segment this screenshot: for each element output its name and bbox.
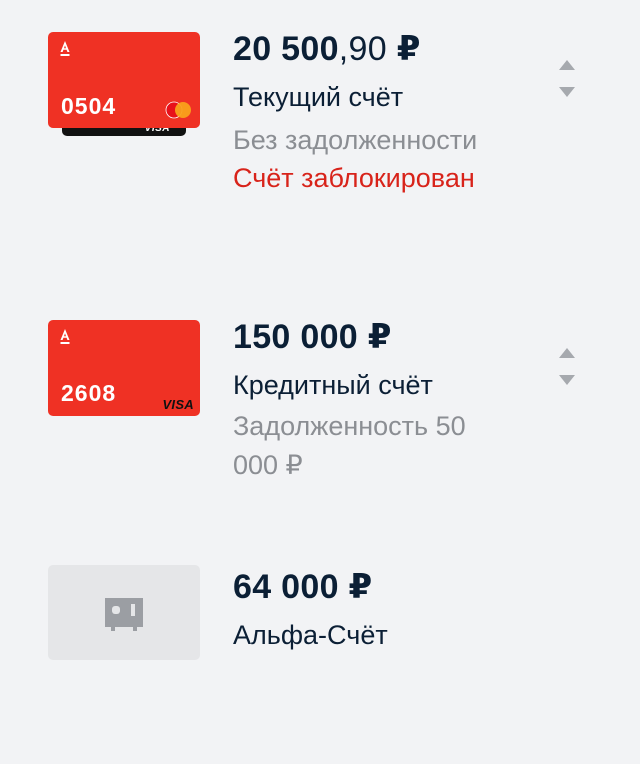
- account-info: 64 000 ₽ Альфа-Счёт: [233, 570, 553, 651]
- mastercard-icon: [165, 101, 191, 119]
- sort-down-icon[interactable]: [559, 375, 575, 385]
- debt-status: Задолженность 50 000 ₽: [233, 411, 466, 480]
- savings-thumbnail: [48, 565, 200, 660]
- card-thumbnail: VISA 0504: [48, 32, 200, 136]
- sort-up-icon[interactable]: [559, 60, 575, 70]
- account-info: 150 000 ₽ Кредитный счёт Задолженность 5…: [233, 320, 553, 485]
- visa-logo: VISA: [162, 397, 194, 412]
- currency-symbol: ₽: [396, 30, 421, 68]
- sort-handle-icon[interactable]: [559, 348, 577, 394]
- account-name: Альфа-Счёт: [233, 620, 388, 650]
- card-front: 0504: [48, 32, 200, 128]
- card-number: 0504: [61, 93, 117, 119]
- card-number: 2608: [61, 380, 117, 406]
- account-name: Текущий счёт: [233, 82, 404, 112]
- balance-integer: 20 500: [233, 30, 339, 68]
- debt-status: Без задолженности: [233, 125, 478, 155]
- alfa-logo-icon: [60, 41, 70, 56]
- account-balance: 150 000 ₽: [233, 320, 553, 354]
- blocked-alert: Счёт заблокирован: [233, 163, 475, 193]
- accounts-list: VISA 0504 20 500,90 ₽ Текущий счёт Без з…: [0, 0, 640, 764]
- balance-integer: 150 000: [233, 318, 359, 356]
- balance-integer: 64 000: [233, 568, 339, 606]
- sort-up-icon[interactable]: [559, 348, 575, 358]
- card-front: 2608 VISA: [48, 320, 200, 416]
- sort-down-icon[interactable]: [559, 87, 575, 97]
- balance-fraction: ,90: [338, 30, 387, 68]
- account-balance: 20 500,90 ₽: [233, 32, 553, 66]
- sort-handle-icon[interactable]: [559, 60, 577, 106]
- card-thumbnail: 2608 VISA: [48, 320, 200, 424]
- currency-symbol: ₽: [367, 318, 392, 356]
- safe-icon: [105, 598, 143, 631]
- account-info: 20 500,90 ₽ Текущий счёт Без задолженнос…: [233, 32, 553, 196]
- account-balance: 64 000 ₽: [233, 570, 553, 604]
- account-name: Кредитный счёт: [233, 370, 433, 400]
- alfa-logo-icon: [60, 329, 70, 344]
- currency-symbol: ₽: [348, 568, 373, 606]
